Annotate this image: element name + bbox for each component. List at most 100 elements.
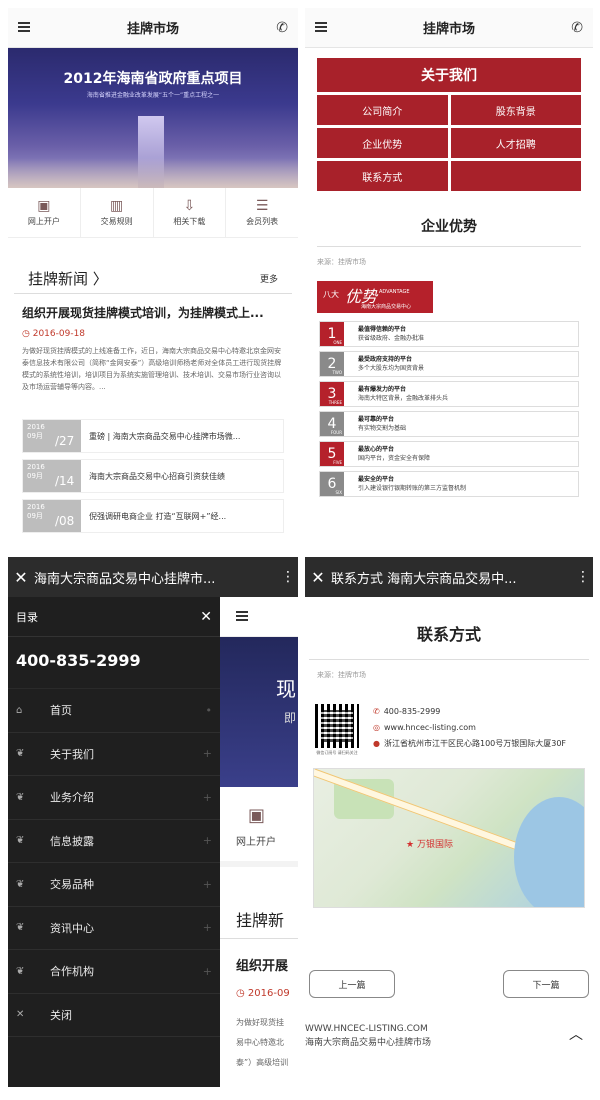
- news-item[interactable]: 2016 09月/14 海南大宗商品交易中心招商引资获佳绩: [22, 459, 284, 493]
- quick-rules[interactable]: ▥ 交易规则: [81, 188, 154, 237]
- more-icon[interactable]: ⋮: [278, 569, 298, 585]
- news-item[interactable]: 2016 09月/27 重磅 | 海南大宗商品交易中心挂牌市场微...: [22, 419, 284, 453]
- drawer-item-label: 信息披露: [50, 834, 94, 848]
- news-heading: 挂牌新: [220, 867, 298, 939]
- id-card-icon: ▣: [248, 805, 266, 826]
- close-icon[interactable]: ✕: [200, 609, 212, 625]
- menu-shareholders[interactable]: 股东背景: [450, 95, 581, 125]
- more-link[interactable]: 更多: [260, 272, 278, 285]
- advantage-text: 最放心的平台 国内平台，资金安全有保障: [358, 446, 431, 462]
- browser-toolbar: ✕ 联系方式 海南大宗商品交易中... ⋮: [305, 557, 593, 597]
- drawer-item[interactable]: ❦ 信息披露 +: [8, 820, 220, 863]
- hero-banner[interactable]: 2012年海南省政府重点项目 海南省推进金融业改革发展“五个一”重点工程之一: [8, 48, 298, 188]
- menu-advantages[interactable]: 企业优势: [317, 128, 448, 158]
- contact-website[interactable]: ◎ www.hncec-listing.com: [373, 720, 566, 736]
- quick-open-account[interactable]: ▣ 网上开户: [8, 188, 81, 237]
- drawer-item[interactable]: ✕ 关闭: [8, 994, 220, 1037]
- expand-icon[interactable]: +: [203, 747, 212, 760]
- expand-icon[interactable]: +: [203, 878, 212, 891]
- advantage-number: 5 FIVE: [320, 442, 344, 466]
- quick-label: 网上开户: [236, 837, 276, 848]
- more-icon[interactable]: ⋮: [573, 569, 593, 585]
- quick-label: 交易规则: [100, 217, 133, 226]
- menu-icon[interactable]: [315, 22, 327, 32]
- about-title: 关于我们: [317, 58, 581, 92]
- close-icon[interactable]: ✕: [305, 568, 331, 587]
- window-title: 联系方式 海南大宗商品交易中...: [331, 571, 517, 587]
- contact-phone[interactable]: ✆ 400-835-2999: [373, 704, 566, 720]
- news-heading[interactable]: 挂牌新闻 〉: [28, 268, 108, 289]
- back-to-top-icon[interactable]: ︿: [569, 1028, 583, 1042]
- footer-name: 海南大宗商品交易中心挂牌市场: [305, 1038, 432, 1048]
- prev-button[interactable]: 上一篇: [309, 970, 395, 998]
- quick-open-account[interactable]: ▣ 网上开户: [220, 787, 298, 867]
- leaf-icon: ❦: [16, 835, 25, 847]
- qr-label: 微信订阅号 请扫码关注: [316, 750, 358, 755]
- advantage-item: 4 FOUR 最可靠的平台 有实物交割为基础: [319, 411, 579, 437]
- map-pin: ★ 万银国际: [406, 840, 453, 850]
- qr-code: [315, 704, 359, 748]
- background-page: 现 即 ▣ 网上开户 挂牌新 组织开展 ◷ 2016-09 为做好现货挂 易中心特…: [220, 597, 298, 1087]
- drawer-item[interactable]: ❦ 合作机构 +: [8, 950, 220, 994]
- advantage-banner: 八大 优势 ADVANTAGE 海南大宗商品交易中心: [317, 281, 433, 313]
- drawer-item[interactable]: ❦ 业务介绍 +: [8, 776, 220, 820]
- globe-icon: ◎: [373, 723, 380, 732]
- side-drawer: 目录 ✕ 400-835-2999 ⌂ 首页 • ❦ 关于我们 + ❦ 业务介绍 + ❦ 信息披露 +…: [8, 597, 220, 1087]
- drawer-header: 目录 ✕: [8, 597, 220, 637]
- contact-screen: ✕ 联系方式 海南大宗商品交易中... ⋮ 联系方式 来源：挂牌市场 微信订阅号…: [305, 557, 593, 1087]
- news-item[interactable]: 2016 09月/08 倪强调研电商企业 打造“互联网+”经...: [22, 499, 284, 533]
- expand-icon[interactable]: +: [203, 834, 212, 847]
- source-label: 来源：挂牌市场: [317, 258, 366, 266]
- drawer-item-label: 业务介绍: [50, 791, 94, 805]
- expand-icon[interactable]: +: [203, 921, 212, 934]
- pagination: 上一篇 下一篇: [305, 908, 593, 998]
- advantage-item: 2 TWO 最受政府支持的平台 多个大股东均为国资背景: [319, 351, 579, 377]
- drawer-item-label: 首页: [50, 704, 72, 718]
- advantage-number: 6 SIX: [320, 472, 344, 496]
- quick-members[interactable]: ☰ 会员列表: [226, 188, 298, 237]
- map-river: [514, 797, 584, 907]
- advantage-item: 5 FIVE 最放心的平台 国内平台，资金安全有保障: [319, 441, 579, 467]
- news-date: 2016 09月/08: [23, 500, 81, 532]
- quick-label: 会员列表: [246, 217, 279, 226]
- phone-icon[interactable]: ✆: [276, 20, 288, 36]
- drawer-title: 目录: [16, 610, 38, 624]
- next-button[interactable]: 下一篇: [503, 970, 589, 998]
- feature-title[interactable]: 组织开展现货挂牌模式培训，为挂牌模式上...: [8, 294, 298, 325]
- drawer-item[interactable]: ⌂ 首页 •: [8, 689, 220, 733]
- page-title: 企业优势: [317, 216, 581, 247]
- drawer-item[interactable]: ❦ 关于我们 +: [8, 733, 220, 776]
- list-icon: ☰: [255, 198, 269, 214]
- leaf-icon: ❦: [16, 791, 25, 803]
- phone-icon[interactable]: ✆: [571, 20, 583, 36]
- expand-icon[interactable]: +: [203, 791, 212, 804]
- menu-icon[interactable]: [18, 22, 30, 32]
- menu-icon[interactable]: [236, 611, 248, 621]
- browser-toolbar: ✕ 海南大宗商品交易中心挂牌市... ⋮: [8, 557, 298, 597]
- footer: WWW.HNCEC-LISTING.COM 海南大宗商品交易中心挂牌市场 ︿: [305, 998, 593, 1050]
- banner-text: 即: [284, 711, 297, 725]
- page-title: 联系方式: [309, 597, 589, 660]
- menu-company-intro[interactable]: 公司简介: [317, 95, 448, 125]
- advantage-item: 3 THREE 最有爆发力的平台 海南大特区背景，金融改革排头兵: [319, 381, 579, 407]
- footer-url[interactable]: WWW.HNCEC-LISTING.COM: [305, 1022, 593, 1036]
- news-title: 倪强调研电商企业 打造“互联网+”经...: [89, 511, 227, 521]
- menu-recruitment[interactable]: 人才招聘: [450, 128, 581, 158]
- phone-icon: ✆: [373, 707, 380, 716]
- drawer-item[interactable]: ❦ 交易品种 +: [8, 863, 220, 907]
- drawer-item-label: 合作机构: [50, 965, 94, 979]
- drawer-item[interactable]: ❦ 资讯中心 +: [8, 907, 220, 950]
- advantage-text: 最可靠的平台 有实物交割为基础: [358, 416, 407, 432]
- menu-contact[interactable]: 联系方式: [317, 161, 448, 191]
- banner-sub: 海南大宗商品交易中心: [361, 304, 412, 310]
- home-screen: 挂牌市场 ✆ 2012年海南省政府重点项目 海南省推进金融业改革发展“五个一”重…: [8, 8, 298, 545]
- news-section-header: 挂牌新闻 〉 更多: [14, 264, 292, 294]
- quick-download[interactable]: ⇩ 相关下载: [154, 188, 227, 237]
- phone-number[interactable]: 400-835-2999: [8, 637, 220, 689]
- expand-icon[interactable]: •: [206, 704, 213, 717]
- city-glow: [8, 158, 298, 188]
- location-map[interactable]: ★ 万银国际: [313, 768, 585, 908]
- expand-icon[interactable]: +: [203, 965, 212, 978]
- advantage-item: 6 SIX 最安全的平台 引入建设银行银期转账的第三方监督机制: [319, 471, 579, 497]
- close-icon[interactable]: ✕: [8, 568, 34, 587]
